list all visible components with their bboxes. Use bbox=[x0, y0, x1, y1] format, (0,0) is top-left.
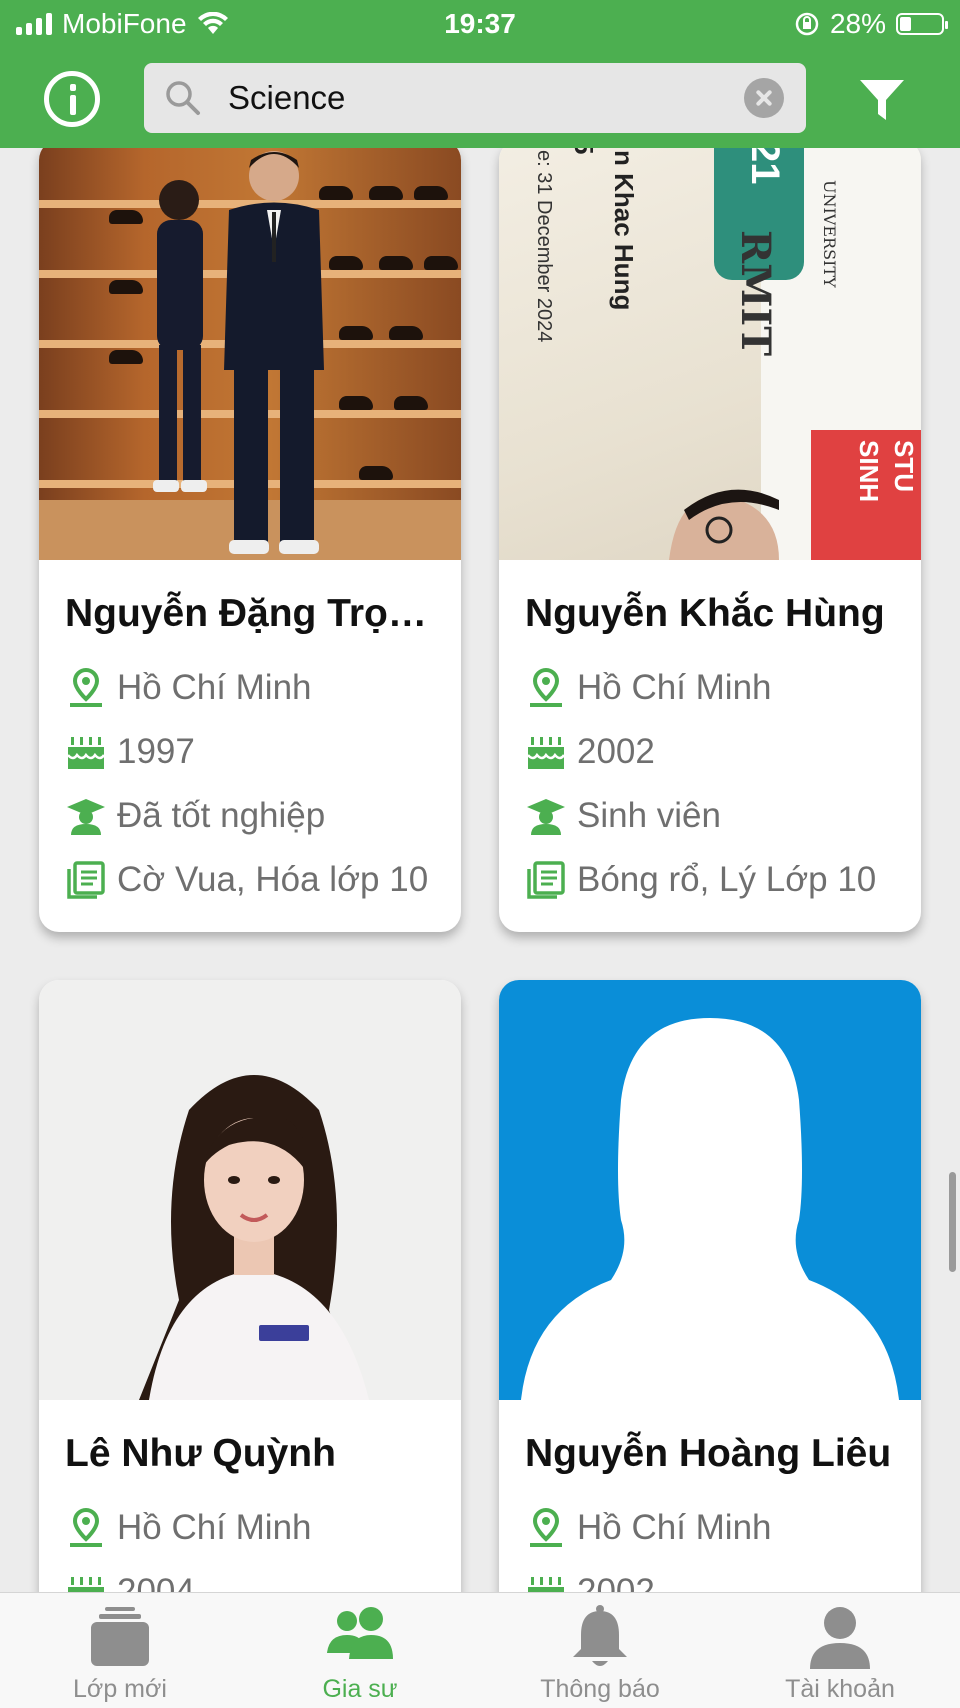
tutor-birth-row: 2002 bbox=[525, 720, 895, 784]
tutor-status: Sinh viên bbox=[577, 796, 721, 835]
tutor-location: Hồ Chí Minh bbox=[117, 1508, 312, 1547]
battery-icon bbox=[896, 13, 948, 35]
tutor-grid: Nguyễn Đặng Trọng Hồ Chí Minh 1997 Đã tố… bbox=[0, 148, 960, 1592]
cake-icon bbox=[67, 737, 106, 769]
tutor-name: Nguyễn Khắc Hùng bbox=[525, 592, 885, 635]
tab-label: Gia sư bbox=[322, 1675, 398, 1703]
tab-label: Tài khoản bbox=[785, 1675, 895, 1703]
tutor-birth-year: 2002 bbox=[577, 1572, 655, 1592]
tutor-name: Nguyễn Hoàng Liêu bbox=[525, 1432, 892, 1475]
app-header: MobiFone 19:37 28% bbox=[0, 0, 960, 148]
tutor-location-row: Hồ Chí Minh bbox=[65, 656, 435, 720]
id-card-text: e: 31 December 2024 bbox=[533, 150, 555, 343]
tab-notifications[interactable]: Thông báo bbox=[480, 1593, 720, 1708]
subjects-icon bbox=[527, 861, 565, 899]
battery-percent: 28% bbox=[829, 8, 886, 39]
tutor-name: Nguyễn Đặng Trọng bbox=[65, 592, 435, 635]
tutor-birth-row: 1997 bbox=[65, 720, 435, 784]
id-card-text: n Khac Hung bbox=[609, 150, 639, 311]
location-pin-icon bbox=[530, 667, 562, 707]
bell-icon bbox=[573, 1605, 627, 1666]
tutor-location: Hồ Chí Minh bbox=[577, 1508, 772, 1547]
status-bar: MobiFone 19:37 28% bbox=[0, 0, 960, 50]
tutor-subjects-row: Cờ Vua, Hóa lớp 10 bbox=[65, 848, 435, 912]
tutor-subjects: Bóng rổ, Lý Lớp 10 bbox=[577, 860, 877, 899]
id-card-text: 21 bbox=[743, 148, 787, 185]
tutor-card[interactable]: Nguyễn Đặng Trọng Hồ Chí Minh 1997 Đã tố… bbox=[39, 148, 461, 932]
people-icon bbox=[327, 1607, 393, 1659]
location-pin-icon bbox=[70, 667, 102, 707]
tutor-location: Hồ Chí Minh bbox=[577, 668, 772, 707]
tutor-subjects: Cờ Vua, Hóa lớp 10 bbox=[117, 860, 429, 899]
tutor-birth-year: 2004 bbox=[117, 1572, 195, 1592]
info-icon bbox=[70, 84, 76, 91]
tab-tutors[interactable]: Gia sư bbox=[240, 1593, 480, 1708]
id-card-text: RMIT bbox=[732, 230, 779, 356]
folder-stack-icon bbox=[91, 1607, 149, 1666]
tab-label: Thông báo bbox=[540, 1675, 660, 1703]
search-input[interactable] bbox=[228, 75, 708, 121]
tutor-photo bbox=[39, 980, 461, 1400]
tutor-location: Hồ Chí Minh bbox=[117, 668, 312, 707]
info-button[interactable] bbox=[44, 71, 100, 127]
search-bar[interactable] bbox=[144, 63, 806, 133]
tutor-location-row: Hồ Chí Minh bbox=[65, 1496, 435, 1560]
tutor-status-row: Đã tốt nghiệp bbox=[65, 784, 435, 848]
cake-icon bbox=[68, 1577, 104, 1592]
id-card-text: SINH bbox=[854, 440, 884, 503]
default-avatar-icon bbox=[521, 1018, 899, 1400]
id-card-text: 5 bbox=[568, 148, 599, 154]
tutor-card[interactable]: Nguyễn Hoàng Liêu Hồ Chí Minh 2002 bbox=[499, 980, 921, 1592]
location-pin-icon bbox=[70, 1507, 102, 1547]
tutor-location-row: Hồ Chí Minh bbox=[525, 1496, 895, 1560]
id-card-text: STU bbox=[889, 440, 919, 492]
id-card-text: UNIVERSITY bbox=[820, 180, 839, 288]
filter-icon[interactable] bbox=[856, 74, 908, 126]
subjects-icon bbox=[67, 861, 105, 899]
tutor-status-row: Sinh viên bbox=[525, 784, 895, 848]
orientation-lock-icon bbox=[795, 12, 819, 36]
bottom-tab-bar: Lớp mới Gia sư Thông báo Tài khoản bbox=[0, 1592, 960, 1708]
graduation-cap-icon bbox=[527, 799, 565, 835]
cake-icon bbox=[528, 1577, 564, 1592]
person-icon bbox=[810, 1607, 870, 1669]
tab-account[interactable]: Tài khoản bbox=[720, 1593, 960, 1708]
clear-search-button[interactable] bbox=[744, 78, 784, 118]
tab-new-classes[interactable]: Lớp mới bbox=[0, 1593, 240, 1708]
tutor-subjects-row: Bóng rổ, Lý Lớp 10 bbox=[525, 848, 895, 912]
tutor-birth-year: 2002 bbox=[577, 732, 655, 771]
tutor-birth-row: 2002 bbox=[525, 1560, 895, 1592]
tutor-card[interactable]: RMIT UNIVERSITY n Khac Hung e: 31 Decemb… bbox=[499, 148, 921, 932]
tutor-birth-row: 2004 bbox=[65, 1560, 435, 1592]
graduation-cap-icon bbox=[67, 799, 105, 835]
tab-label: Lớp mới bbox=[73, 1675, 167, 1703]
tutor-card[interactable]: Lê Như Quỳnh Hồ Chí Minh 2004 bbox=[39, 980, 461, 1592]
tutor-photo: RMIT UNIVERSITY n Khac Hung e: 31 Decemb… bbox=[499, 148, 921, 560]
tutor-birth-year: 1997 bbox=[117, 732, 195, 771]
tutor-photo bbox=[39, 148, 461, 560]
tutor-location-row: Hồ Chí Minh bbox=[525, 656, 895, 720]
location-pin-icon bbox=[530, 1507, 562, 1547]
cake-icon bbox=[527, 737, 566, 769]
tutor-name: Lê Như Quỳnh bbox=[65, 1432, 336, 1475]
scrollbar[interactable] bbox=[949, 1172, 956, 1272]
search-icon bbox=[166, 81, 200, 115]
tutor-status: Đã tốt nghiệp bbox=[117, 796, 326, 835]
tutor-photo bbox=[499, 980, 921, 1400]
